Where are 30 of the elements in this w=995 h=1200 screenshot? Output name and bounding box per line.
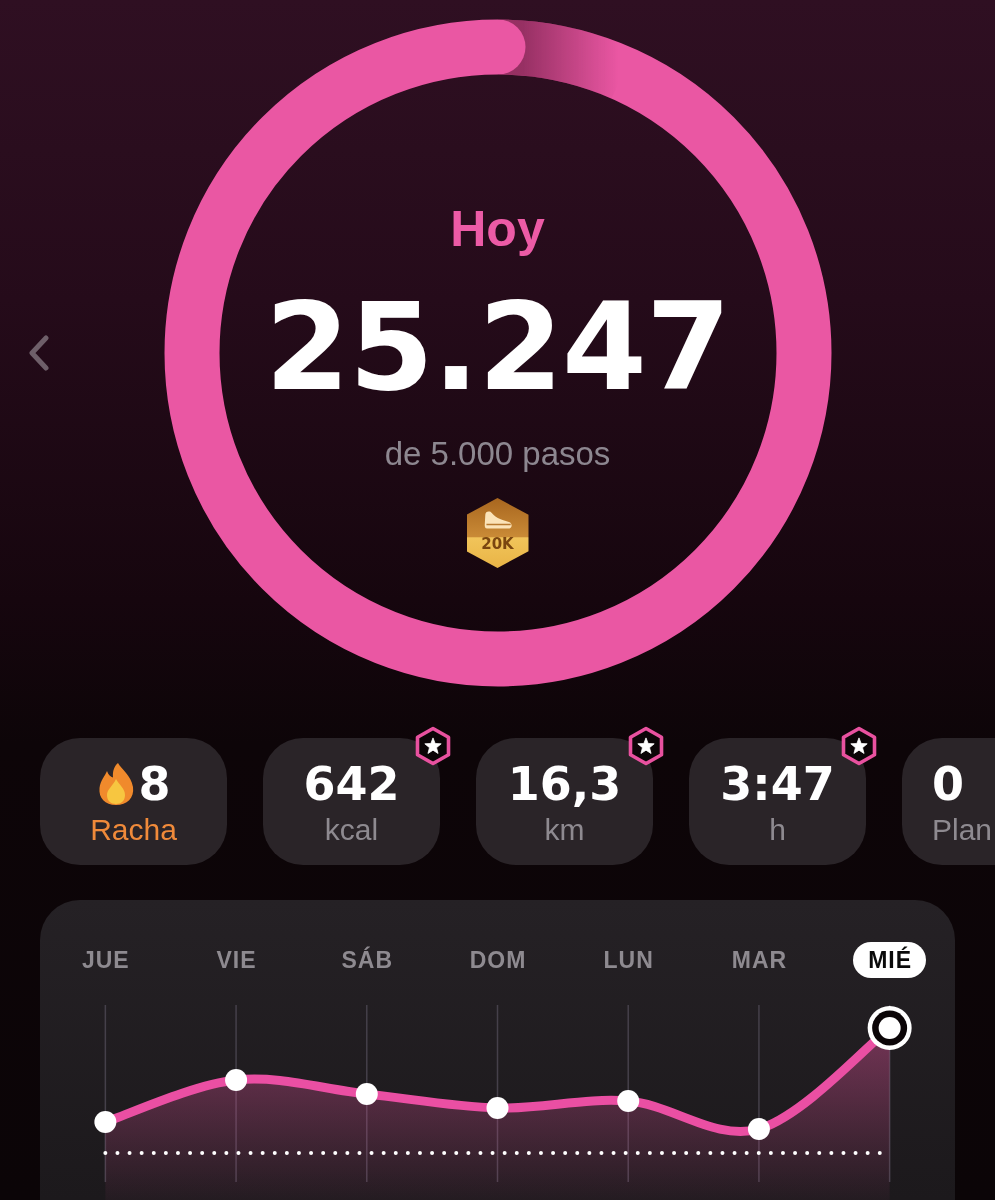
unit-label: Plan xyxy=(932,815,993,845)
data-point xyxy=(94,1111,117,1133)
stat-value: 3:47 xyxy=(720,761,835,807)
day-tab[interactable]: LUN xyxy=(588,942,668,978)
data-point xyxy=(747,1118,770,1140)
medal-label: 20K xyxy=(481,537,514,552)
data-point xyxy=(355,1083,378,1105)
data-point xyxy=(617,1090,640,1112)
selected-data-point xyxy=(867,1006,912,1050)
stat-value: 0 xyxy=(932,761,964,807)
data-point xyxy=(225,1069,248,1091)
data-point xyxy=(486,1097,509,1119)
day-tab[interactable]: MIÉ xyxy=(853,942,927,978)
day-tab[interactable]: DOM xyxy=(454,942,541,978)
stat-value: 16,3 xyxy=(507,761,622,807)
stat-value: 8 xyxy=(138,761,171,807)
unit-label: kcal xyxy=(324,815,379,845)
day-tab[interactable]: MAR xyxy=(716,942,802,978)
day-tab[interactable]: VIE xyxy=(201,942,271,978)
unit-label: km xyxy=(544,815,585,845)
step-count: 25.247 xyxy=(265,286,730,408)
stat-value: 642 xyxy=(303,761,400,807)
day-tab[interactable]: JUE xyxy=(66,942,144,978)
step-goal-text: de 5.000 pasos xyxy=(384,437,611,470)
unit-label: h xyxy=(769,815,786,845)
streak-label: Racha xyxy=(90,815,177,845)
day-tab[interactable]: SÁB xyxy=(326,942,408,978)
sneaker-icon xyxy=(482,510,513,531)
chevron-left-icon xyxy=(28,335,50,371)
day-title: Hoy xyxy=(450,204,545,254)
